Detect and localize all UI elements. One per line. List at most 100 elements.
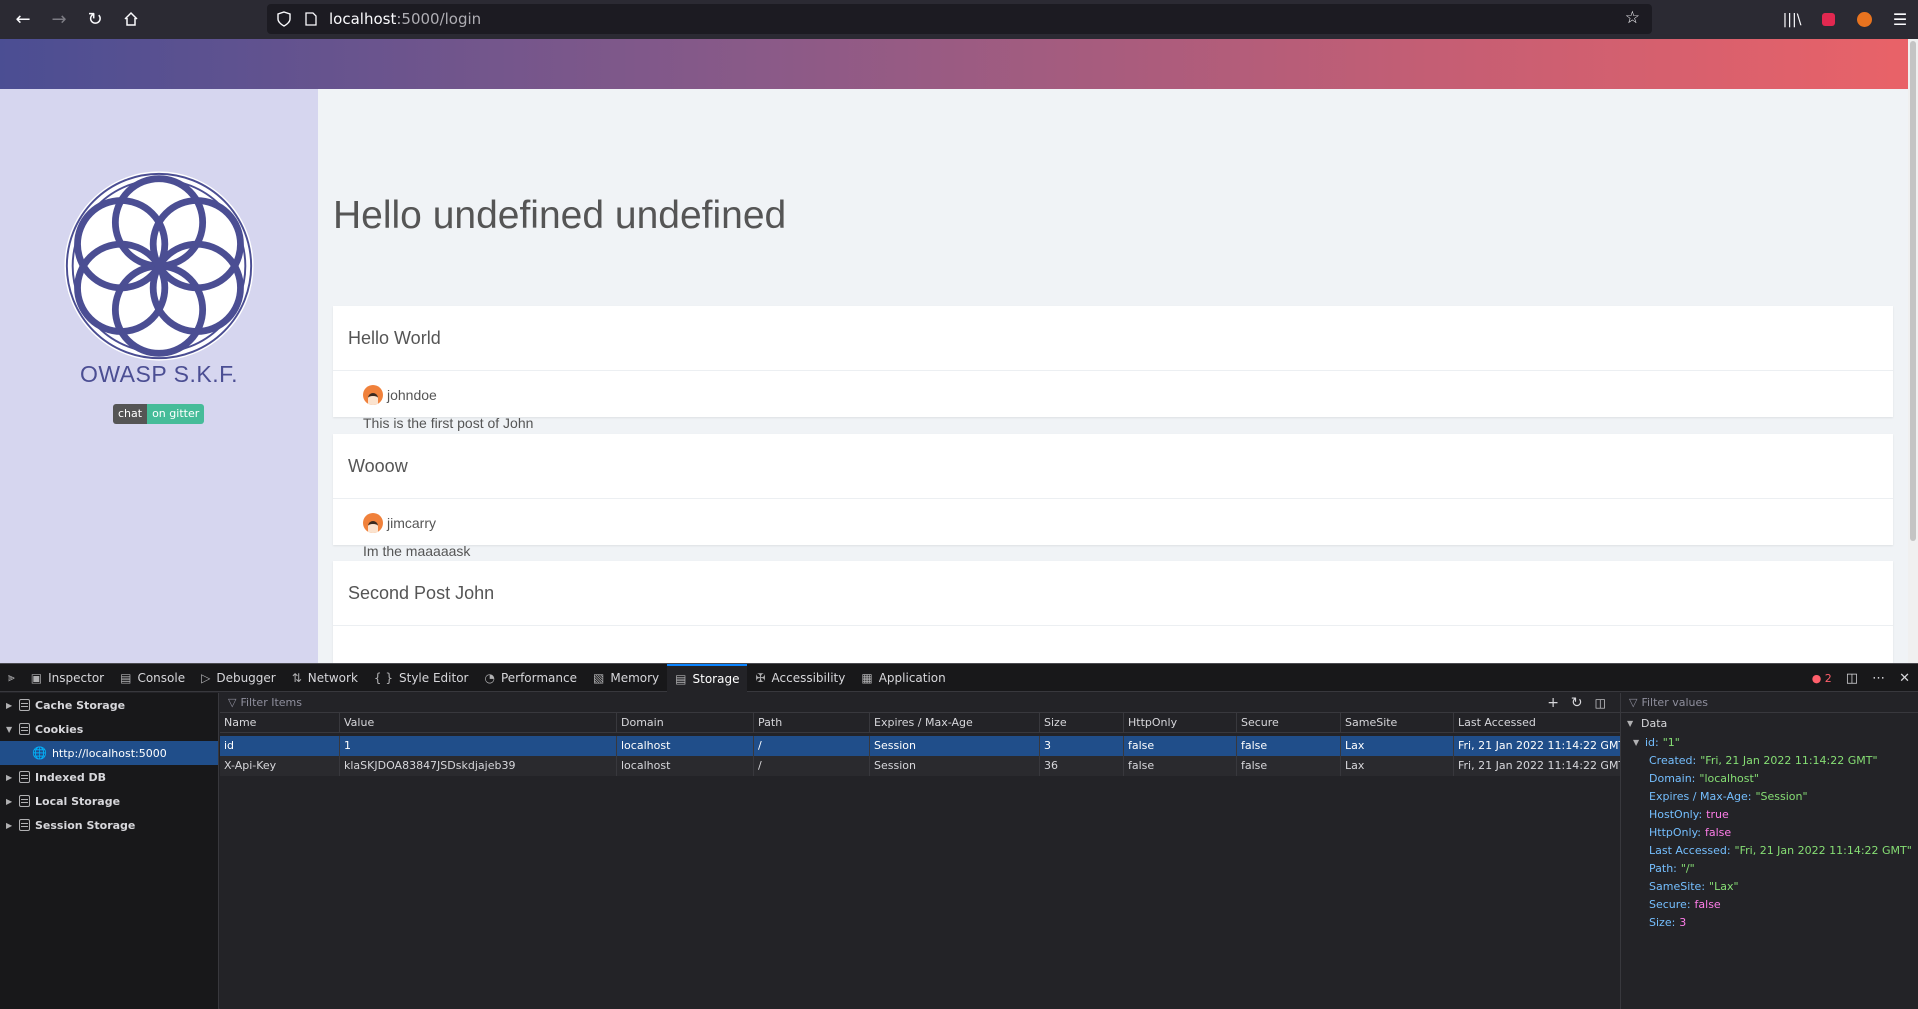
column-header[interactable]: Path [754,712,870,733]
forward-button[interactable]: → [41,1,77,37]
scrollbar-thumb[interactable] [1910,41,1916,541]
table-cell[interactable]: id [220,736,340,756]
tab-storage[interactable]: ▤ Storage [667,663,748,692]
column-header[interactable]: Domain [617,712,754,733]
toggle-sidebar-icon[interactable]: ◫ [1595,696,1606,710]
detail-row[interactable]: Path: "/" [1621,859,1918,877]
extension-lock-icon[interactable] [1810,13,1846,26]
tab-console[interactable]: ▤ Console [112,664,193,692]
element-picker-button[interactable]: ⫸ [0,664,23,692]
tab-memory[interactable]: ▧ Memory [585,664,667,692]
table-cell[interactable]: localhost [617,736,754,756]
tab-accessibility[interactable]: ✠ Accessibility [747,664,853,692]
url-path: :5000/login [396,10,482,28]
tree-item-session-storage[interactable]: ▶ Session Storage [0,813,218,837]
collapse-icon: ▼ [1633,737,1640,747]
brand-title: OWASP S.K.F. [79,361,239,387]
tab-inspector[interactable]: ▣ Inspector [23,664,112,692]
menu-icon[interactable]: ☰ [1882,10,1918,29]
detail-row[interactable]: Last Accessed: "Fri, 21 Jan 2022 11:14:22… [1621,841,1918,859]
network-icon: ⇅ [291,670,302,685]
library-icon[interactable]: |||\ [1774,12,1810,28]
detail-value: "Fri, 21 Jan 2022 11:14:22 GMT" [1700,753,1878,767]
table-cell[interactable]: 36 [1040,756,1124,776]
detail-root[interactable]: ▼ id: "1" [1621,733,1918,751]
table-row[interactable]: X-Api-Key klaSKJDOA83847JSDskdjajeb39 lo… [220,756,1620,776]
tree-item-cookies[interactable]: ▼ Cookies [0,717,218,741]
picker-icon: ⫸ [8,670,15,684]
table-cell[interactable]: Lax [1341,756,1454,776]
column-header[interactable]: Name [220,712,340,733]
detail-row[interactable]: HostOnly: true [1621,805,1918,823]
post-card: Second Post John [333,561,1893,663]
tree-item-local-storage[interactable]: ▶ Local Storage [0,789,218,813]
home-button[interactable] [113,1,149,37]
tree-item-cache-storage[interactable]: ▶ Cache Storage [0,693,218,717]
address-bar[interactable]: localhost:5000/login ☆ [267,4,1652,34]
column-header[interactable]: Value [340,712,617,733]
table-cell[interactable]: Lax [1341,736,1454,756]
tab-application[interactable]: ▦ Application [853,664,953,692]
column-header[interactable]: HttpOnly [1124,712,1237,733]
detail-row[interactable]: Secure: false [1621,895,1918,913]
database-icon [19,771,30,783]
browser-toolbar: ← → ↻ localhost:5000/login ☆ |||\ ☰ [0,0,1918,39]
refresh-icon[interactable]: ↻ [1571,695,1583,711]
detail-row[interactable]: Created: "Fri, 21 Jan 2022 11:14:22 GMT" [1621,751,1918,769]
add-item-icon[interactable]: + [1547,695,1559,711]
braces-icon: { } [373,670,393,685]
column-header[interactable]: Last Accessed [1454,713,1620,733]
table-cell[interactable]: false [1124,756,1237,776]
bookmark-star-icon[interactable]: ☆ [1625,8,1640,28]
tab-network[interactable]: ⇅ Network [284,664,366,692]
back-button[interactable]: ← [5,1,41,37]
table-cell[interactable]: X-Api-Key [220,756,340,776]
table-cell[interactable]: localhost [617,756,754,776]
page-scrollbar[interactable] [1908,39,1918,663]
dock-icon[interactable]: ◫ [1846,671,1858,686]
more-options-icon[interactable]: ⋯ [1872,671,1885,686]
table-cell[interactable]: Fri, 21 Jan 2022 11:14:22 GMT [1454,756,1620,776]
devtools-tabbar: ⫸ ▣ Inspector ▤ Console ▷ Debugger ⇅ Network… [0,663,1918,692]
table-row[interactable]: id 1 localhost / Session 3 false false L… [220,736,1620,756]
data-section-header[interactable]: ▼ Data [1621,713,1918,733]
table-cell[interactable]: klaSKJDOA83847JSDskdjajeb39 [340,756,617,776]
tree-item-indexed-db[interactable]: ▶ Indexed DB [0,765,218,789]
filter-values-input[interactable]: ▽ Filter values [1621,693,1918,713]
column-header[interactable]: SameSite [1341,712,1454,733]
table-cell[interactable]: 3 [1040,736,1124,756]
detail-value: "Session" [1755,789,1808,803]
tab-style-editor[interactable]: { } Style Editor [366,664,477,692]
table-cell[interactable]: Session [870,756,1040,776]
collapse-icon: ▼ [1627,718,1634,728]
column-header[interactable]: Size [1040,712,1124,733]
author-name[interactable]: jimcarry [387,515,436,531]
column-header[interactable]: Expires / Max-Age [870,712,1040,733]
detail-value: false [1704,825,1732,839]
table-cell[interactable]: / [754,736,870,756]
tab-performance[interactable]: ◔ Performance [476,664,585,692]
tree-item-cookies-host[interactable]: 🌐 http://localhost:5000 [0,741,218,765]
table-cell[interactable]: Session [870,736,1040,756]
table-cell[interactable]: 1 [340,736,617,756]
filter-items-input[interactable]: ▽ Filter Items + ↻ ◫ [220,693,1620,713]
detail-row[interactable]: HttpOnly: false [1621,823,1918,841]
author-name[interactable]: johndoe [387,387,437,403]
table-cell[interactable]: / [754,756,870,776]
console-icon: ▤ [120,670,132,685]
table-cell[interactable]: Fri, 21 Jan 2022 11:14:22 GMT [1454,736,1620,756]
reload-button[interactable]: ↻ [77,1,113,37]
table-cell[interactable]: false [1124,736,1237,756]
close-icon[interactable]: ✕ [1899,671,1910,686]
detail-row[interactable]: SameSite: "Lax" [1621,877,1918,895]
detail-row[interactable]: Domain: "localhost" [1621,769,1918,787]
error-count-badge[interactable]: ● 2 [1812,672,1832,685]
tab-debugger[interactable]: ▷ Debugger [193,664,284,692]
table-cell[interactable]: false [1237,756,1341,776]
gitter-badge[interactable]: chat on gitter [113,404,205,424]
extension-fox-icon[interactable] [1846,12,1882,27]
detail-row[interactable]: Expires / Max-Age: "Session" [1621,787,1918,805]
detail-row[interactable]: Size: 3 [1621,913,1918,931]
table-cell[interactable]: false [1237,736,1341,756]
column-header[interactable]: Secure [1237,712,1341,733]
